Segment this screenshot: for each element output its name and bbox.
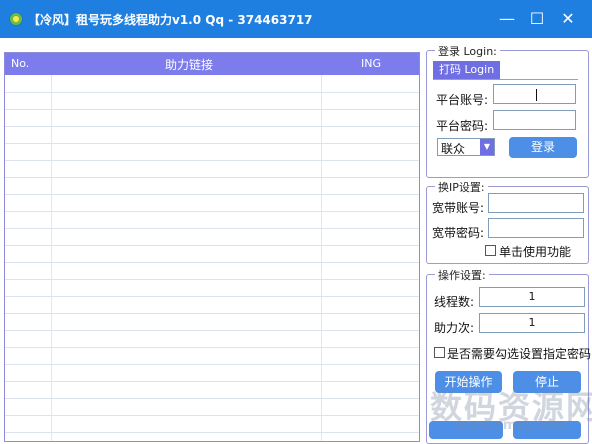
ip-legend: 换IP设置: <box>435 179 488 195</box>
column-header-link[interactable]: 助力链接 <box>165 56 213 73</box>
grid-line <box>5 126 419 127</box>
platform-select[interactable]: 联众 ▼ <box>437 138 495 156</box>
grid-line <box>5 432 419 433</box>
app-logo-icon <box>9 12 23 26</box>
threads-input[interactable]: 1 <box>479 287 585 307</box>
watermark-url: www.smzy.com <box>455 418 567 433</box>
broadband-account-label: 宽带账号: <box>432 201 485 215</box>
text-caret <box>536 89 537 101</box>
grid-line <box>5 92 419 93</box>
tab-divider <box>433 79 578 80</box>
link-list[interactable]: No. 助力链接 ING <box>4 52 420 442</box>
close-button[interactable]: ✕ <box>555 8 581 30</box>
single-click-label: 单击使用功能 <box>499 245 572 259</box>
grid-line <box>5 194 419 195</box>
platform-select-value: 联众 <box>441 142 466 156</box>
ip-group: 换IP设置: 宽带账号: 宽带密码: 单击使用功能 <box>426 179 589 264</box>
grid-line <box>5 364 419 365</box>
column-header-no[interactable]: No. <box>11 57 29 70</box>
minimize-button[interactable]: — <box>494 8 520 30</box>
login-legend: 登录 Login: <box>435 43 500 59</box>
list-header: No. 助力链接 ING <box>5 53 419 75</box>
broadband-password-label: 宽带密码: <box>432 226 485 240</box>
grid-line <box>5 228 419 229</box>
platform-password-input[interactable] <box>493 110 576 130</box>
grid-line <box>5 177 419 178</box>
maximize-button[interactable]: ☐ <box>524 8 550 30</box>
title-bar: 【冷风】租号玩多线程助力v1.0 Qq - 374463717 — ☐ ✕ <box>0 0 592 38</box>
window-client: No. 助力链接 ING 登录 Login: 打码 Login 平台账号: 平台… <box>0 38 592 444</box>
column-divider <box>51 75 52 441</box>
platform-password-label: 平台密码: <box>436 119 489 133</box>
platform-account-label: 平台账号: <box>436 93 489 107</box>
login-group: 登录 Login: 打码 Login 平台账号: 平台密码: 联众 ▼ 登录 <box>426 43 589 178</box>
broadband-password-input[interactable] <box>488 218 584 238</box>
grid-line <box>5 296 419 297</box>
grid-line <box>5 262 419 263</box>
grid-line <box>5 143 419 144</box>
specify-password-label: 是否需要勾选设置指定密码 <box>447 347 592 361</box>
grid-line <box>5 160 419 161</box>
assist-times-label: 助力次: <box>434 321 475 335</box>
grid-line <box>5 330 419 331</box>
specify-password-checkbox[interactable] <box>434 347 445 358</box>
tab-captcha-login[interactable]: 打码 Login <box>433 61 501 79</box>
login-button[interactable]: 登录 <box>509 137 577 158</box>
grid-line <box>5 313 419 314</box>
broadband-account-input[interactable] <box>488 193 584 213</box>
grid-line <box>5 398 419 399</box>
grid-line <box>5 381 419 382</box>
grid-line <box>5 211 419 212</box>
assist-times-input[interactable]: 1 <box>479 313 585 333</box>
operation-legend: 操作设置: <box>435 267 489 283</box>
grid-line <box>5 347 419 348</box>
grid-line <box>5 245 419 246</box>
grid-line <box>5 415 419 416</box>
grid-line <box>5 279 419 280</box>
column-header-status[interactable]: ING <box>361 57 381 70</box>
chevron-down-icon[interactable]: ▼ <box>480 139 494 155</box>
threads-label: 线程数: <box>434 295 475 309</box>
single-click-checkbox[interactable] <box>485 245 496 256</box>
platform-account-input[interactable] <box>493 84 576 104</box>
column-divider <box>321 75 322 441</box>
grid-line <box>5 109 419 110</box>
window-title: 【冷风】租号玩多线程助力v1.0 Qq - 374463717 <box>28 13 313 27</box>
